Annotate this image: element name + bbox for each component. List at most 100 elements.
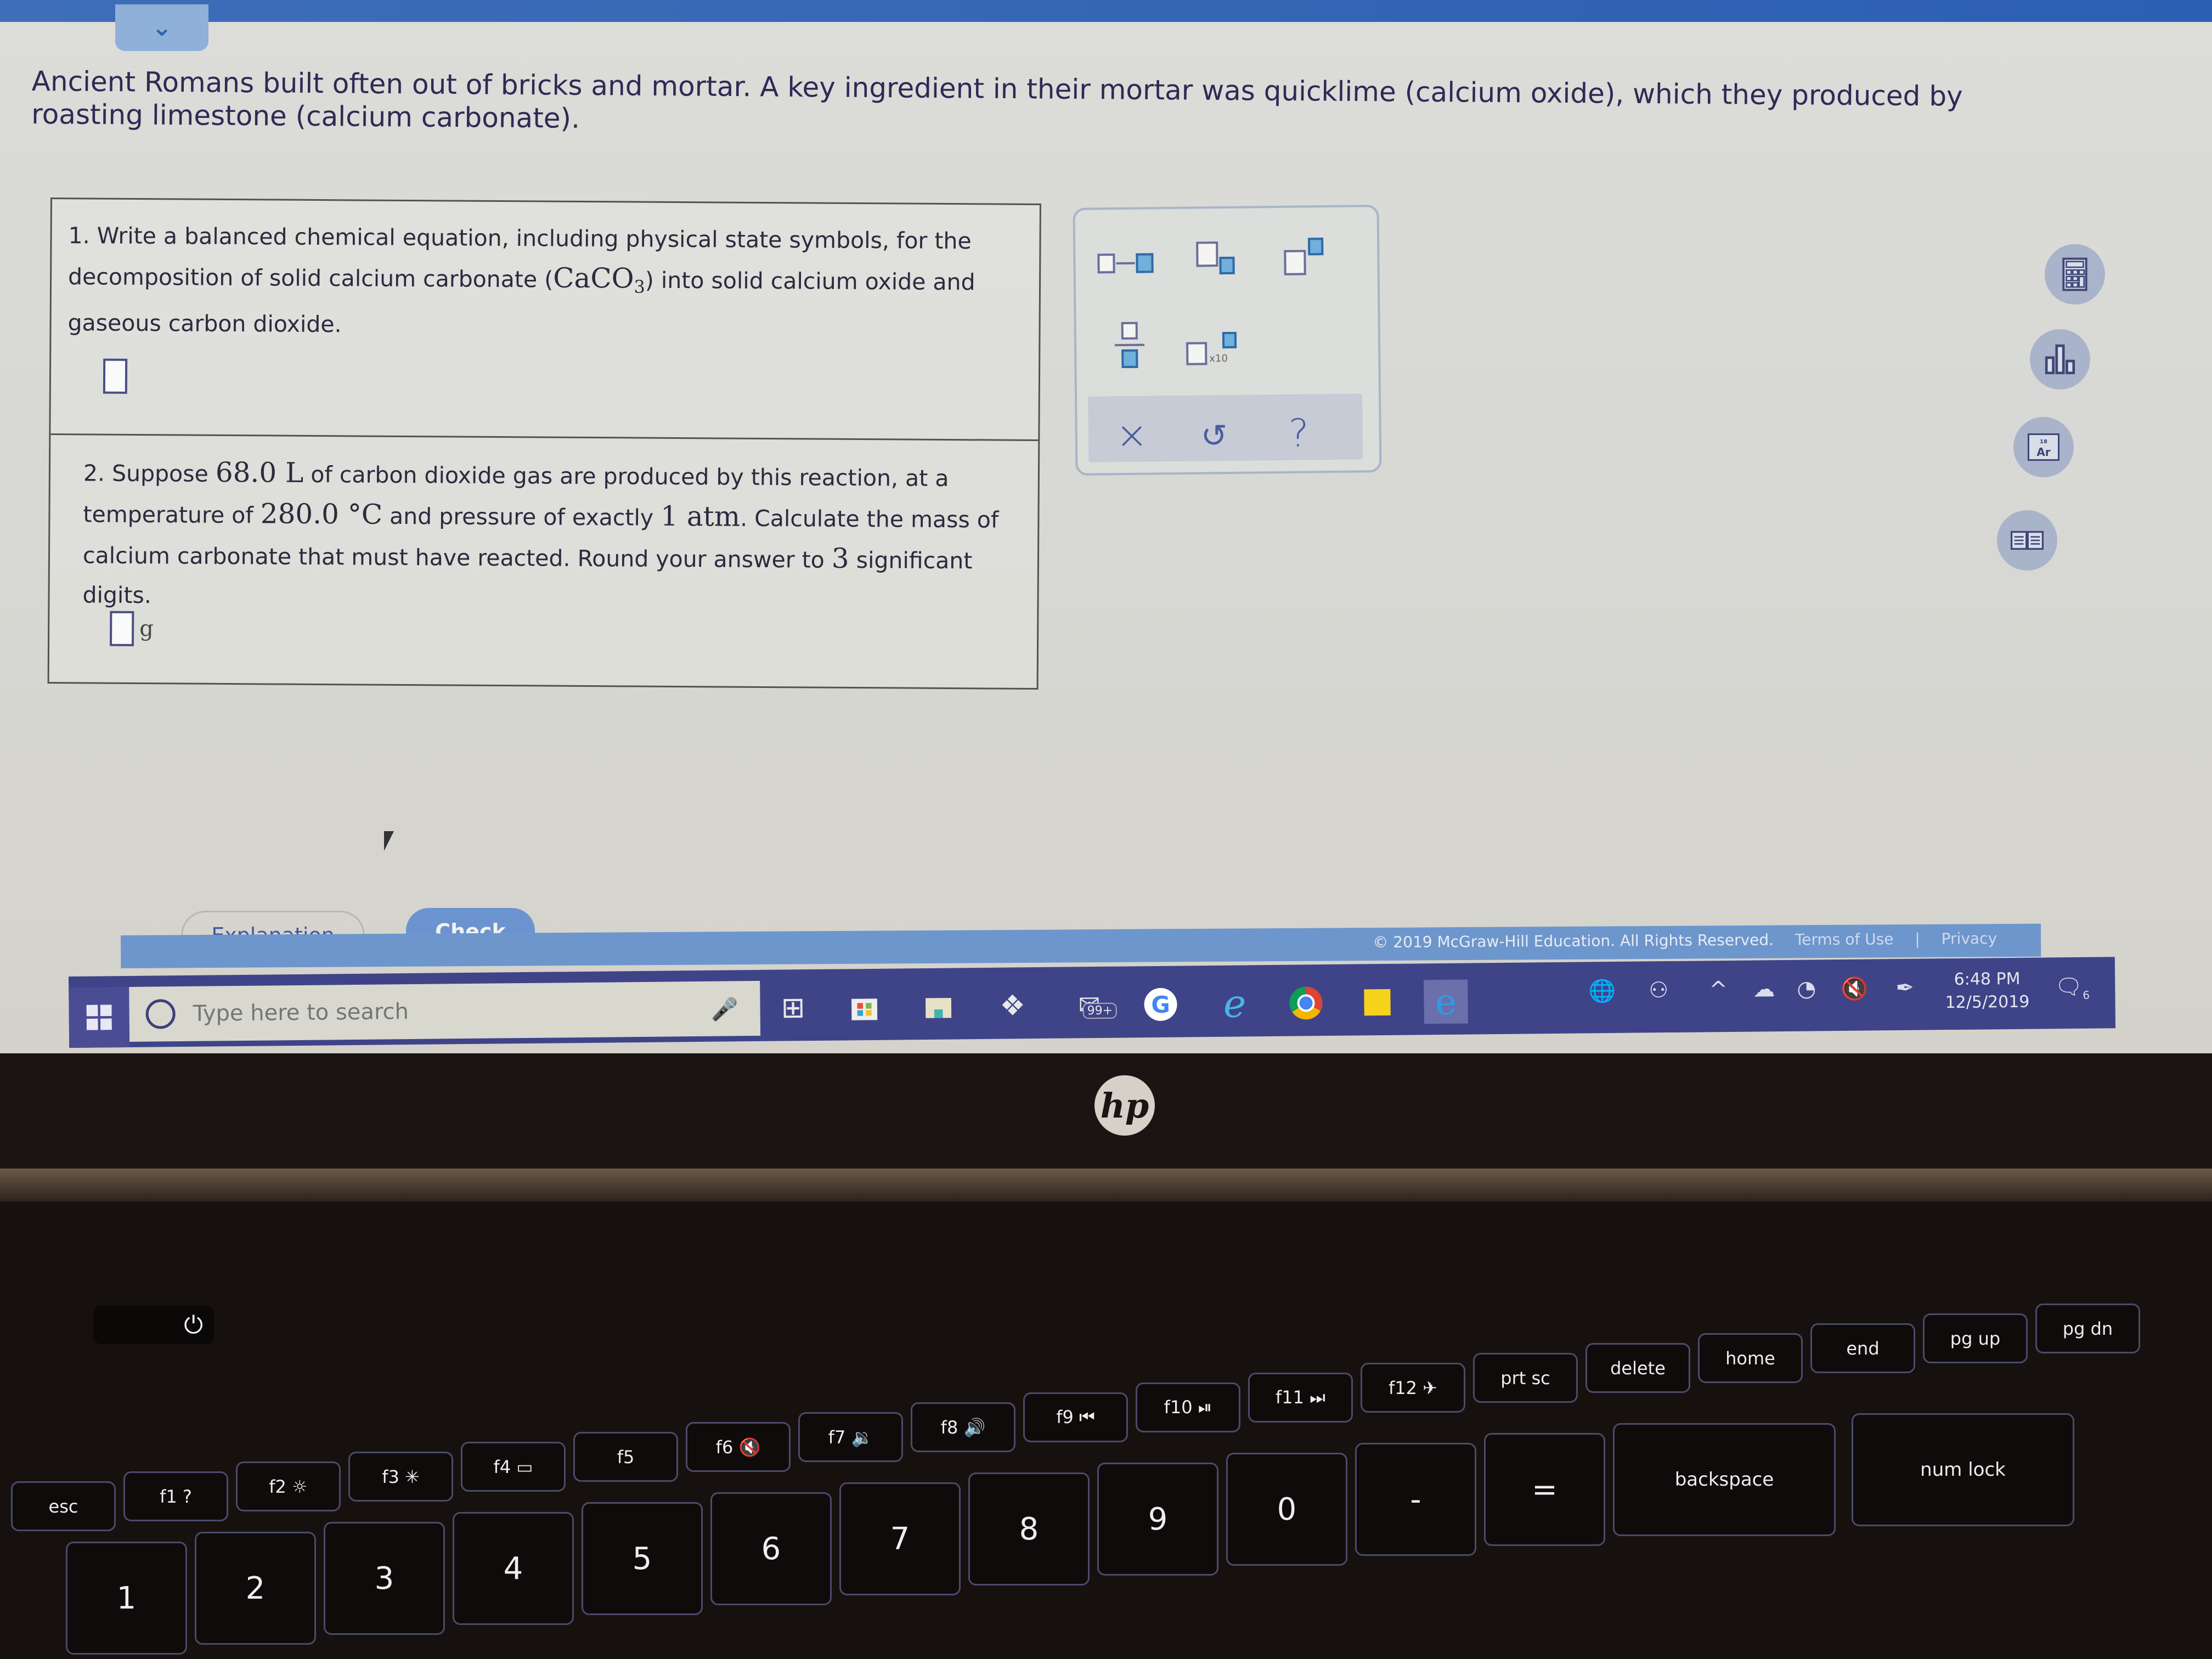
key-num-13[interactable]: num lock [1852,1413,2074,1526]
key-fn-2[interactable]: f2 ☼ [236,1462,341,1511]
key-fn-8[interactable]: f8 🔊 [911,1402,1015,1452]
volume-muted-icon[interactable]: 🔇 [1841,976,1868,1002]
system-clock[interactable]: 6:48 PM 12/5/2019 [1945,968,2030,1014]
calculator-button[interactable] [2045,244,2105,304]
key-fn-17[interactable]: pg up [1923,1313,2028,1363]
search-input[interactable] [191,996,661,1027]
laptop-screen: ⌄ Ancient Romans built often out of bric… [0,0,2212,1053]
key-num-8[interactable]: 9 [1097,1463,1218,1576]
copyright-text: © 2019 McGraw-Hill Education. All Rights… [1373,930,1774,952]
book-icon [2010,531,2044,550]
scientific-notation-button[interactable]: x10 [1186,326,1247,371]
key-fn-6[interactable]: f6 🔇 [686,1422,791,1472]
google-icon[interactable]: G [1138,983,1183,1027]
mass-answer-input[interactable] [110,611,134,646]
chrome-icon[interactable] [1284,981,1328,1025]
power-icon: ⏻ [184,1311,203,1339]
reaction-arrow-button[interactable] [1097,247,1158,281]
key-num-6[interactable]: 7 [839,1482,961,1595]
key-fn-4[interactable]: f4 ▭ [461,1442,566,1492]
privacy-link[interactable]: Privacy [1942,929,1997,948]
footer-separator: | [1915,929,1920,949]
equation-answer-input[interactable] [103,358,128,394]
key-fn-0[interactable]: esc [11,1481,116,1531]
key-fn-15[interactable]: home [1698,1333,1803,1383]
key-num-5[interactable]: 6 [710,1492,832,1605]
key-num-0[interactable]: 1 [66,1542,187,1655]
key-num-1[interactable]: 2 [195,1532,316,1645]
periodic-table-button[interactable]: 18 Ar [2013,417,2074,477]
key-fn-16[interactable]: end [1810,1323,1915,1373]
key-num-9[interactable]: 0 [1226,1453,1347,1566]
key-fn-13[interactable]: prt sc [1473,1353,1578,1403]
key-fn-7[interactable]: f7 🔉 [798,1412,903,1462]
cortana-icon [145,999,176,1029]
help-globe-icon[interactable]: 🌐 [1588,978,1616,1004]
key-num-7[interactable]: 8 [968,1472,1090,1585]
key-fn-3[interactable]: f3 ✳ [348,1452,453,1502]
wifi-icon[interactable]: ◔ [1797,976,1816,1001]
key-num-10[interactable]: - [1355,1443,1476,1556]
bar-chart-icon [2045,344,2075,375]
data-chart-button[interactable] [2030,329,2090,390]
dropbox-icon[interactable]: ❖ [990,984,1035,1028]
clock-date: 12/5/2019 [1945,992,2030,1013]
pen-workspace-icon[interactable]: ✒ [1895,975,1914,1001]
subscript-button[interactable] [1196,241,1240,280]
mail-icon[interactable]: ✉ 99+ [1067,983,1118,1028]
key-fn-14[interactable]: delete [1585,1343,1690,1393]
taskbar-search[interactable]: 🎤 [129,980,761,1042]
key-num-4[interactable]: 5 [582,1502,703,1615]
fraction-button[interactable] [1115,321,1148,375]
mail-badge: 99+ [1082,1002,1118,1019]
key-fn-12[interactable]: f12 ✈ [1361,1363,1465,1413]
top-bar [0,0,2212,22]
power-button[interactable]: ⏻ [93,1306,214,1344]
key-fn-18[interactable]: pg dn [2035,1304,2140,1353]
file-explorer-icon[interactable] [916,984,961,1029]
action-center-icon[interactable]: 🗨6 [2055,974,2090,1002]
unit-label: g [139,616,154,642]
key-num-12[interactable]: backspace [1613,1423,1836,1536]
problem-intro: Ancient Romans built often out of bricks… [31,65,1963,134]
notification-count: 6 [2083,988,2090,1002]
show-hidden-icons-chevron-icon[interactable]: ^ [1709,977,1728,1002]
collapse-toggle-button[interactable]: ⌄ [115,4,208,51]
laptop-hinge [0,1169,2212,1201]
mouse-cursor [384,831,394,851]
windows-taskbar: 🎤 ⊞ ❖ ✉ 99+ G e e 🌐 ⚇ ^ ☁ ◔ 🔇 ✒ 6:48 PM … [69,957,2116,1048]
clock-time: 6:48 PM [1954,969,2021,990]
help-icon: ? [1288,410,1310,456]
superscript-button[interactable] [1284,238,1334,282]
key-num-11[interactable]: = [1484,1433,1605,1546]
close-icon: × [1115,412,1148,458]
periodic-table-icon: 18 Ar [2028,433,2059,461]
key-fn-9[interactable]: f9 ⏮ [1023,1392,1128,1442]
undo-icon: ↺ [1200,417,1228,455]
question-box: 1. Write a balanced chemical equation, i… [47,198,1041,690]
key-fn-10[interactable]: f10 ⏯ [1136,1383,1240,1432]
microsoft-store-icon[interactable] [842,985,887,1030]
clear-button[interactable]: × [1115,413,1148,458]
question-1-text: 1. Write a balanced chemical equation, i… [67,222,975,338]
sticky-notes-icon[interactable] [1355,980,1400,1025]
key-fn-5[interactable]: f5 [573,1432,678,1482]
help-button[interactable]: ? [1288,410,1309,455]
key-fn-1[interactable]: f1 ? [123,1471,228,1521]
question-2-text: 2. Suppose 68.0 L of carbon dioxide gas … [82,456,999,609]
windows-logo-icon [86,1005,112,1030]
internet-explorer-icon[interactable]: e [1212,981,1257,1026]
terms-of-use-link[interactable]: Terms of Use [1795,930,1894,949]
hp-logo: hp [1094,1075,1155,1136]
key-fn-11[interactable]: f11 ⏭ [1248,1373,1353,1423]
microphone-icon[interactable]: 🎤 [711,996,738,1022]
textbook-button[interactable] [1997,510,2057,571]
edge-icon[interactable]: e [1424,979,1468,1024]
onedrive-icon[interactable]: ☁ [1753,977,1775,1002]
task-view-icon[interactable]: ⊞ [771,986,815,1030]
key-num-3[interactable]: 4 [453,1512,574,1625]
start-button[interactable] [69,986,130,1048]
undo-button[interactable]: ↺ [1200,417,1227,455]
people-icon[interactable]: ⚇ [1649,978,1668,1003]
key-num-2[interactable]: 3 [324,1522,445,1635]
